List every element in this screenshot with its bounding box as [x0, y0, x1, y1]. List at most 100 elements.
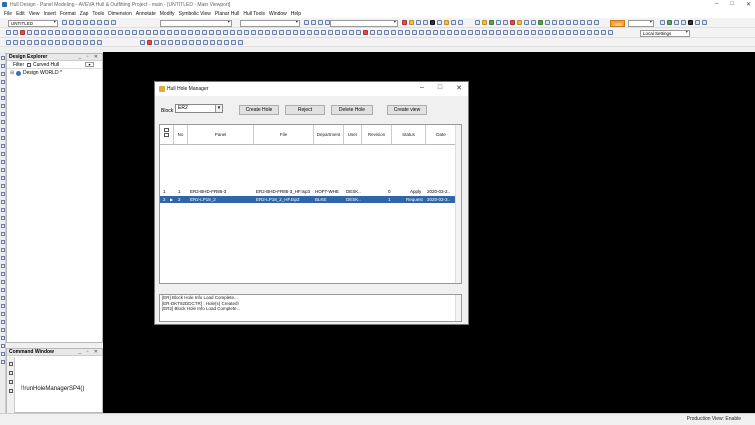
palette-icon[interactable]: [1, 256, 5, 260]
menu-hull-tools[interactable]: Hull Tools: [243, 11, 265, 17]
tool-icon[interactable]: [34, 40, 39, 45]
tool-icon[interactable]: [13, 30, 18, 35]
tool-icon[interactable]: [48, 30, 53, 35]
tool-icon[interactable]: [503, 30, 508, 35]
palette-icon[interactable]: [1, 224, 5, 228]
tool-icon[interactable]: [6, 40, 11, 45]
palette-icon[interactable]: [1, 208, 5, 212]
view-combo[interactable]: [330, 19, 398, 27]
cmd-tool-icon[interactable]: [9, 380, 13, 384]
palette-icon[interactable]: [1, 184, 5, 188]
tool-icon[interactable]: [489, 30, 494, 35]
tool-icon[interactable]: [146, 30, 151, 35]
tool-icon[interactable]: [293, 30, 298, 35]
tool-icon[interactable]: [161, 40, 166, 45]
tool-icon[interactable]: [27, 40, 32, 45]
cmd-tool-icon[interactable]: [9, 389, 13, 393]
tool-icon[interactable]: [559, 20, 564, 25]
tool-icon[interactable]: [517, 30, 522, 35]
palette-icon[interactable]: [1, 128, 5, 132]
tool-icon[interactable]: [118, 30, 123, 35]
tool-icon[interactable]: [216, 30, 221, 35]
tool-icon[interactable]: [104, 20, 109, 25]
tool-icon[interactable]: [76, 30, 81, 35]
tool-icon[interactable]: [573, 20, 578, 25]
tool-icon[interactable]: [307, 30, 312, 35]
tool-icon[interactable]: [41, 40, 46, 45]
tool-icon[interactable]: [196, 40, 201, 45]
tool-icon[interactable]: [111, 30, 116, 35]
menu-edit[interactable]: Edit: [16, 11, 25, 17]
tool-icon[interactable]: [279, 30, 284, 35]
tool-icon[interactable]: [416, 20, 421, 25]
tool-icon[interactable]: [76, 20, 81, 25]
tool-icon[interactable]: [524, 30, 529, 35]
tool-icon[interactable]: [426, 30, 431, 35]
tool-icon[interactable]: [489, 20, 494, 25]
tool-icon[interactable]: [447, 30, 452, 35]
maximize-button[interactable]: □: [730, 1, 734, 8]
tool-icon[interactable]: [55, 30, 60, 35]
tool-icon[interactable]: [97, 30, 102, 35]
tool-icon[interactable]: [111, 20, 116, 25]
tool-icon[interactable]: [384, 30, 389, 35]
tool-icon[interactable]: [702, 20, 707, 25]
palette-icon[interactable]: [1, 112, 5, 116]
tool-icon[interactable]: [695, 20, 700, 25]
tool-icon[interactable]: [538, 30, 543, 35]
tool-icon[interactable]: [27, 30, 32, 35]
auto-button[interactable]: Auto: [610, 19, 626, 27]
tool-icon[interactable]: [363, 30, 368, 35]
tool-icon[interactable]: [188, 30, 193, 35]
col-department[interactable]: Department: [314, 125, 344, 145]
tool-icon[interactable]: [496, 20, 501, 25]
menu-modify[interactable]: Modify: [160, 11, 175, 17]
palette-icon[interactable]: [1, 80, 5, 84]
menu-insert[interactable]: Insert: [43, 11, 56, 17]
tool-icon[interactable]: [531, 30, 536, 35]
tool-icon[interactable]: [482, 20, 487, 25]
tool-icon[interactable]: [594, 20, 599, 25]
tool-icon[interactable]: [454, 30, 459, 35]
tool-icon[interactable]: [430, 20, 435, 25]
tool-icon[interactable]: [304, 20, 309, 25]
tool-icon[interactable]: [168, 40, 173, 45]
palette-icon[interactable]: [1, 216, 5, 220]
menu-format[interactable]: Format: [60, 11, 76, 17]
tool-icon[interactable]: [566, 20, 571, 25]
log-scrollbar[interactable]: [455, 295, 461, 321]
palette-icon[interactable]: [1, 320, 5, 324]
tool-icon[interactable]: [674, 20, 679, 25]
local-settings-combo[interactable]: Local Settings: [640, 29, 690, 37]
dialog-minimize-button[interactable]: –: [420, 84, 424, 92]
tool-icon[interactable]: [237, 30, 242, 35]
tool-icon[interactable]: [437, 20, 442, 25]
tool-icon[interactable]: [83, 40, 88, 45]
create-view-button[interactable]: Create view: [387, 105, 427, 115]
col-panel[interactable]: Panel: [188, 125, 254, 145]
tool-icon[interactable]: [503, 20, 508, 25]
tool-icon[interactable]: [356, 30, 361, 35]
tool-icon[interactable]: [667, 20, 672, 25]
linetype-combo[interactable]: [240, 19, 300, 27]
tool-icon[interactable]: [608, 30, 613, 35]
tool-icon[interactable]: [55, 40, 60, 45]
reject-button[interactable]: Reject: [285, 105, 325, 115]
tool-icon[interactable]: [224, 40, 229, 45]
tool-icon[interactable]: [510, 20, 515, 25]
palette-icon[interactable]: [1, 272, 5, 276]
cmd-tool-icon[interactable]: [9, 362, 13, 366]
tool-icon[interactable]: [62, 30, 67, 35]
tool-icon[interactable]: [272, 30, 277, 35]
style-combo[interactable]: [160, 19, 232, 27]
palette-icon[interactable]: [1, 192, 5, 196]
tool-icon[interactable]: [210, 40, 215, 45]
palette-icon[interactable]: [1, 72, 5, 76]
tool-icon[interactable]: [62, 40, 67, 45]
tool-icon[interactable]: [594, 30, 599, 35]
tree-expand-icon[interactable]: ⊞: [10, 70, 14, 76]
col-file[interactable]: File: [254, 125, 314, 145]
tool-icon[interactable]: [181, 30, 186, 35]
menu-annotate[interactable]: Annotate: [136, 11, 156, 17]
block-combo[interactable]: ER2 ▾: [175, 104, 223, 113]
